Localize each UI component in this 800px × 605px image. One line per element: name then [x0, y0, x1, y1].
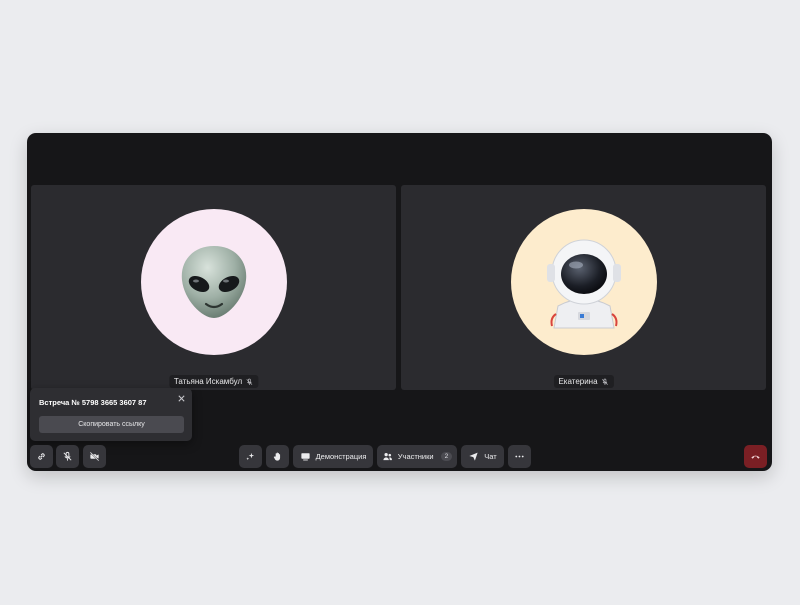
hang-up-button[interactable] [744, 445, 767, 468]
sparkles-icon [246, 452, 255, 461]
meeting-info-popover: Встреча № 5798 3665 3607 87 Скопировать … [30, 388, 192, 441]
participants-count-badge: 2 [440, 452, 453, 461]
participant-name-chip: Татьяна Искамбул [168, 375, 259, 388]
call-window: Татьяна Искамбул Екатерина Встреча № 579… [27, 133, 772, 471]
mic-off-icon [63, 451, 72, 461]
chat-label: Чат [484, 452, 497, 461]
camera-toggle-button[interactable] [83, 445, 106, 468]
copy-link-button[interactable]: Скопировать ссылку [39, 416, 184, 433]
people-icon [383, 453, 392, 461]
copy-link-icon-button[interactable] [30, 445, 53, 468]
raise-hand-button[interactable] [266, 445, 289, 468]
screen-share-label: Демонстрация [315, 452, 367, 461]
more-button[interactable] [508, 445, 531, 468]
more-icon [515, 455, 524, 458]
phone-hangup-icon [751, 455, 760, 459]
participants-button[interactable]: Участники 2 [377, 445, 457, 468]
participants-label: Участники [397, 452, 434, 461]
screen-share-icon [300, 453, 310, 461]
participant-name: Екатерина [558, 377, 598, 386]
avatar [510, 209, 657, 355]
screen-share-button[interactable]: Демонстрация [293, 445, 373, 468]
participant-name-chip: Екатерина [553, 375, 614, 388]
participant-tile[interactable]: Татьяна Искамбул [31, 185, 396, 390]
link-icon [38, 453, 45, 460]
chat-button[interactable]: Чат [461, 445, 504, 468]
microphone-toggle-button[interactable] [56, 445, 79, 468]
participant-tile[interactable]: Екатерина [401, 185, 766, 390]
avatar [140, 209, 287, 355]
effects-button[interactable] [239, 445, 262, 468]
close-icon[interactable] [176, 394, 186, 404]
alien-avatar-icon [181, 246, 246, 318]
send-icon [469, 452, 478, 461]
meeting-number: Встреча № 5798 3665 3607 87 [39, 398, 147, 407]
participant-name: Татьяна Искамбул [173, 377, 243, 386]
hand-icon [273, 452, 281, 461]
mic-off-icon [246, 378, 253, 385]
astronaut-avatar-icon [546, 239, 621, 329]
camera-off-icon [89, 451, 100, 462]
mic-off-icon [601, 378, 608, 385]
